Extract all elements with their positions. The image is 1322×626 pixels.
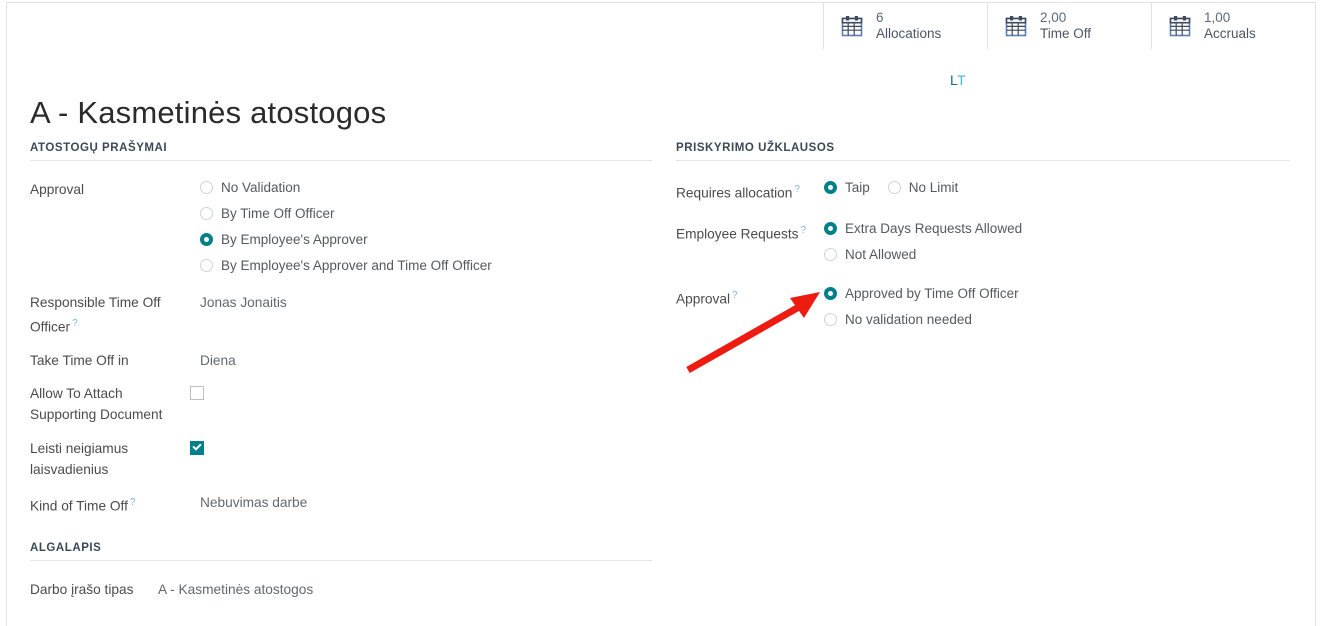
checkbox-leisti-neigiamus[interactable] — [190, 440, 204, 455]
field-label-responsible-officer: Responsible Time Off Officer? — [30, 292, 200, 338]
radio-option-not-allowed[interactable]: Not Allowed — [824, 246, 1022, 263]
radio-option-no-limit[interactable]: No Limit — [887, 179, 959, 196]
stat-button-allocations[interactable]: 6 Allocations — [823, 3, 987, 49]
radio-dot-icon[interactable] — [824, 181, 837, 194]
stat-buttons-bar: 6 Allocations 2,00 Time Off 1,00 Accrual… — [6, 2, 1316, 50]
radio-label-not-allowed: Not Allowed — [845, 246, 917, 262]
radio-dot-icon[interactable] — [887, 181, 901, 194]
field-value-work-entry-type[interactable]: A - Kasmetinės atostogos — [158, 579, 313, 600]
help-tooltip-icon[interactable]: ? — [732, 290, 738, 301]
help-tooltip-icon[interactable]: ? — [794, 184, 800, 195]
radio-dot-icon[interactable] — [200, 233, 213, 246]
calendar-icon — [1005, 16, 1027, 37]
radio-option-taip[interactable]: Taip — [824, 179, 870, 196]
field-label-approval-text: Approval — [30, 182, 85, 197]
radio-dot-icon[interactable] — [200, 259, 213, 272]
radio-option-by-time-off-officer[interactable]: By Time Off Officer — [200, 205, 492, 222]
radio-group-approval-requests: No Validation By Time Off Officer By Emp… — [200, 179, 492, 274]
radio-option-approved-by-time-off-officer[interactable]: Approved by Time Off Officer — [824, 285, 1019, 302]
radio-option-no-validation[interactable]: No Validation — [200, 179, 492, 196]
radio-dot-icon[interactable] — [200, 207, 213, 220]
radio-label-extra-days-allowed: Extra Days Requests Allowed — [845, 220, 1023, 236]
radio-label-no-limit: No Limit — [908, 180, 959, 195]
field-label-take-time-off-in: Take Time Off in — [30, 352, 129, 368]
field-label-requires-allocation-text: Requires allocation — [676, 185, 793, 201]
radio-label-taip: Taip — [845, 180, 870, 195]
field-approval-requests: Approval No Validation By Time Off Offic… — [30, 179, 652, 274]
radio-label-no-validation: No Validation — [221, 180, 301, 195]
field-allocation-approval: Approval? Approved by Time Off Officer N… — [676, 285, 1290, 328]
field-label-responsible-officer-text: Responsible Time Off Officer — [30, 295, 161, 335]
field-leisti-neigiamus: Leisti neigiamus laisvadienius — [30, 438, 652, 480]
field-requires-allocation: Requires allocation? Taip No Limit — [676, 179, 1290, 204]
field-label-kind-of-time-off-text: Kind of Time Off — [30, 498, 128, 514]
language-badge-part2: T — [957, 72, 967, 88]
section-header-atostogu-prasymai: ATOSTOGŲ PRAŠYMAI — [30, 142, 652, 161]
field-label-work-entry-type: Darbo įrašo tipas — [30, 582, 134, 597]
stat-value-time-off: 2,00 — [1040, 9, 1067, 25]
stat-text-allocations: 6 Allocations — [876, 10, 941, 43]
stat-value-allocations: 6 — [876, 9, 884, 25]
radio-dot-icon[interactable] — [824, 221, 837, 235]
field-value-kind-of-time-off[interactable]: Nebuvimas darbe — [200, 492, 307, 513]
right-column: PRISKYRIMO UŽKLAUSOS Requires allocation… — [676, 142, 1290, 338]
statbar-spacer — [7, 3, 823, 49]
radio-group-allocation-approval: Approved by Time Off Officer No validati… — [824, 285, 1019, 328]
stat-label-accruals: Accruals — [1204, 26, 1256, 41]
field-value-take-time-off-in[interactable]: Diena — [200, 350, 236, 371]
field-label-requires-allocation: Requires allocation? — [676, 179, 824, 204]
language-badge[interactable]: LT — [950, 72, 966, 88]
radio-option-no-validation-needed[interactable]: No validation needed — [824, 311, 1019, 328]
field-value-responsible-officer[interactable]: Jonas Jonaitis — [200, 292, 287, 313]
help-tooltip-icon[interactable]: ? — [72, 318, 78, 329]
stat-text-time-off: 2,00 Time Off — [1040, 10, 1091, 43]
radio-label-by-employees-approver: By Employee's Approver — [221, 232, 368, 247]
page-title: A - Kasmetinės atostogos — [30, 94, 387, 130]
radio-label-approved-by-time-off-officer: Approved by Time Off Officer — [845, 285, 1019, 301]
left-column: ATOSTOGŲ PRAŠYMAI Approval No Validation… — [30, 142, 652, 526]
field-allow-attach-document: Allow To Attach Supporting Document — [30, 383, 652, 425]
radio-label-no-validation-needed: No validation needed — [845, 311, 972, 327]
radio-option-by-approver-and-officer[interactable]: By Employee's Approver and Time Off Offi… — [200, 257, 492, 274]
section-header-priskyrimo-uzklausos: PRISKYRIMO UŽKLAUSOS — [676, 142, 1290, 161]
field-label-approval: Approval — [30, 179, 200, 200]
field-label-employee-requests-text: Employee Requests — [676, 226, 799, 242]
left-column-payslip: ALGALAPIS Darbo įrašo tipas A - Kasmetin… — [30, 542, 652, 610]
stat-value-accruals: 1,00 — [1204, 9, 1231, 25]
field-label-employee-requests: Employee Requests? — [676, 220, 824, 245]
radio-group-requires-allocation: Taip No Limit — [824, 179, 958, 196]
checkbox-allow-attach-document[interactable] — [190, 385, 204, 400]
radio-label-by-time-off-officer: By Time Off Officer — [221, 206, 335, 221]
field-kind-of-time-off: Kind of Time Off? Nebuvimas darbe — [30, 492, 652, 517]
stat-label-time-off: Time Off — [1040, 26, 1092, 41]
radio-dot-icon[interactable] — [824, 247, 837, 261]
calendar-icon — [1169, 16, 1191, 37]
field-employee-requests: Employee Requests? Extra Days Requests A… — [676, 220, 1290, 263]
stat-button-time-off[interactable]: 2,00 Time Off — [987, 3, 1151, 49]
radio-label-by-approver-and-officer: By Employee's Approver and Time Off Offi… — [221, 258, 492, 273]
radio-dot-icon[interactable] — [824, 312, 837, 326]
stat-label-allocations: Allocations — [876, 26, 942, 41]
stat-button-accruals[interactable]: 1,00 Accruals — [1151, 3, 1315, 49]
field-label-allocation-approval: Approval? — [676, 285, 824, 310]
radio-option-by-employees-approver[interactable]: By Employee's Approver — [200, 231, 492, 248]
field-label-allow-attach-document: Allow To Attach Supporting Document — [30, 385, 163, 422]
help-tooltip-icon[interactable]: ? — [801, 225, 807, 236]
field-label-leisti-neigiamus: Leisti neigiamus laisvadienius — [30, 440, 129, 477]
radio-dot-icon[interactable] — [200, 181, 213, 194]
stat-text-accruals: 1,00 Accruals — [1204, 10, 1256, 43]
field-label-allocation-approval-text: Approval — [676, 291, 731, 307]
radio-option-extra-days-allowed[interactable]: Extra Days Requests Allowed — [824, 220, 1022, 237]
field-take-time-off-in: Take Time Off in Diena — [30, 350, 652, 371]
calendar-icon — [841, 16, 863, 37]
field-label-kind-of-time-off: Kind of Time Off? — [30, 492, 200, 517]
section-header-algalapis: ALGALAPIS — [30, 542, 652, 561]
field-responsible-time-off-officer: Responsible Time Off Officer? Jonas Jona… — [30, 292, 652, 338]
field-work-entry-type: Darbo įrašo tipas A - Kasmetinės atostog… — [30, 579, 652, 600]
radio-dot-icon[interactable] — [824, 286, 837, 300]
help-tooltip-icon[interactable]: ? — [130, 497, 136, 508]
radio-group-employee-requests: Extra Days Requests Allowed Not Allowed — [824, 220, 1022, 263]
